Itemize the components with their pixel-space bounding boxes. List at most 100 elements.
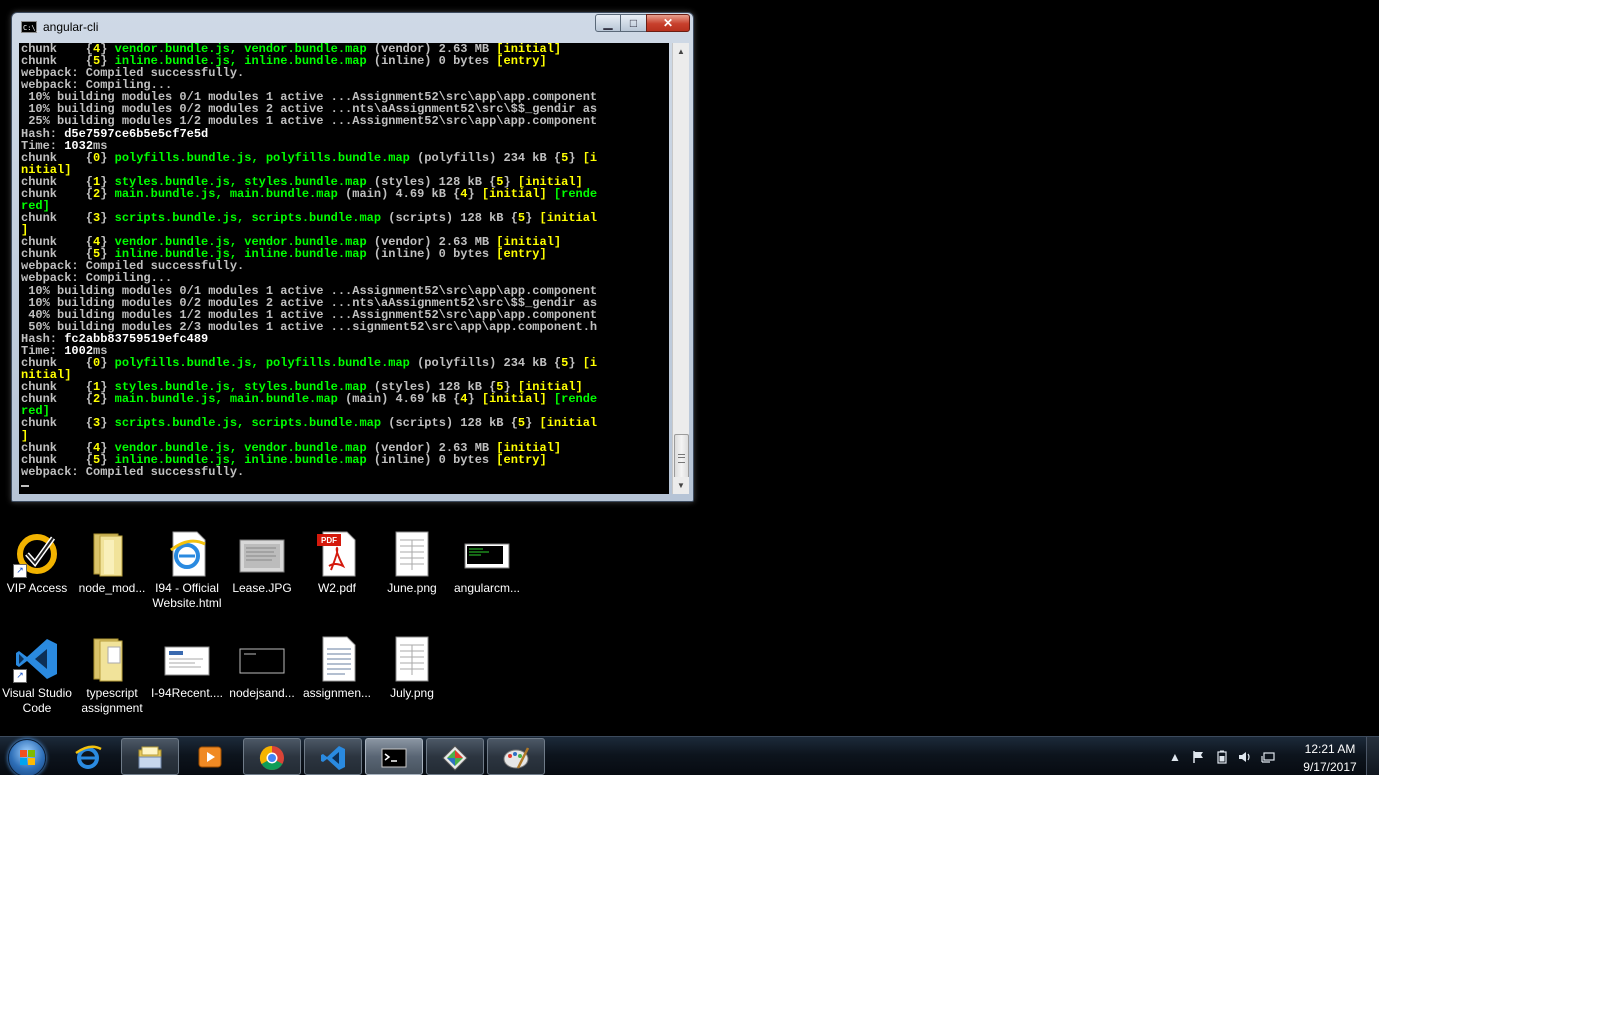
- taskbar-button-vscode[interactable]: [304, 738, 362, 775]
- console-text: 4: [460, 187, 468, 201]
- battery-icon[interactable]: [1215, 750, 1229, 764]
- folder-icon: [88, 530, 136, 578]
- console-text: }: [503, 381, 518, 394]
- desktop-icon-july-png[interactable]: July.png: [375, 635, 449, 701]
- console-text: 5: [496, 381, 504, 394]
- desktop-icon-i94-website[interactable]: I94 - Official Website.html: [150, 530, 224, 611]
- console-text: styles.bundle.js, styles.bundle.map: [114, 381, 367, 394]
- console-text: [entry]: [496, 453, 547, 466]
- taskbar-button-gitkraken[interactable]: [426, 738, 484, 775]
- show-hidden-icons-icon[interactable]: ▲: [1168, 750, 1182, 764]
- chrome-icon: [259, 746, 284, 771]
- console-text: scripts.bundle.js, scripts.bundle.map: [114, 212, 382, 225]
- console-text: [initial]: [496, 441, 562, 454]
- image-thumbnail-icon: [238, 635, 286, 683]
- desktop-icon-nodejsand[interactable]: nodejsand...: [225, 635, 299, 701]
- start-button[interactable]: [5, 738, 49, 775]
- console-line: Time: 1032ms: [21, 140, 669, 152]
- minimize-button[interactable]: ▁: [595, 14, 621, 32]
- desktop-icon-typescript-assignment[interactable]: typescript assignment: [75, 635, 149, 716]
- console-window[interactable]: C:\_ angular-cli ▁ □ ✕ chunk { 4} vendor.…: [11, 12, 694, 502]
- desktop-icon-lease-jpg[interactable]: Lease.JPG: [225, 530, 299, 596]
- taskbar-button-paint[interactable]: [487, 738, 545, 775]
- desktop-icon-angularcm[interactable]: angularcm...: [450, 530, 524, 596]
- console-line: chunk {2} main.bundle.js, main.bundle.ma…: [21, 188, 669, 200]
- title-bar[interactable]: C:\_ angular-cli ▁ □ ✕: [12, 13, 693, 41]
- console-line: 25% building modules 1/2 modules 1 activ…: [21, 115, 669, 127]
- console-text: 10% building modules 0/1 modules 1 activ…: [21, 284, 598, 297]
- clock-time[interactable]: 12:21 AM: [1290, 742, 1370, 756]
- vscode-icon: ↗: [13, 635, 61, 683]
- console-line: webpack: Compiling...: [21, 272, 669, 284]
- console-text: webpack: Compiled successfully.: [21, 465, 245, 478]
- console-text: [initial: [539, 212, 598, 225]
- volume-icon[interactable]: [1238, 750, 1252, 764]
- console-line: nitial]: [21, 164, 669, 176]
- scroll-down-arrow-icon[interactable]: ▼: [673, 477, 689, 494]
- taskbar-button-command-prompt[interactable]: [365, 738, 423, 775]
- desktop-icon-label: I-94Recent....: [150, 686, 224, 700]
- taskbar-button-file-explorer[interactable]: [121, 738, 179, 775]
- console-text: 10% building modules 0/2 modules 2 activ…: [21, 296, 598, 309]
- show-desktop-button[interactable]: [1366, 737, 1379, 775]
- console-text: (styles) 128 kB {: [366, 381, 497, 394]
- internet-explorer-document-icon: [163, 530, 211, 578]
- console-text: Hash:: [21, 127, 65, 140]
- window-title: angular-cli: [43, 20, 99, 34]
- shortcut-arrow-icon: ↗: [13, 564, 27, 578]
- desktop-icon-i94-recent[interactable]: I-94Recent....: [150, 635, 224, 701]
- console-text: }: [100, 393, 115, 406]
- console-text: styles.bundle.js, styles.bundle.map: [114, 175, 367, 188]
- console-line: Hash: d5e7597ce6b5e5cf7e5d: [21, 128, 669, 140]
- desktop-icon-label: typescript assignment: [81, 686, 143, 715]
- console-text: }: [100, 187, 115, 201]
- console-text: inline.bundle.js, inline.bundle.map: [114, 248, 367, 261]
- console-text: vendor.bundle.js, vendor.bundle.map: [114, 441, 367, 454]
- console-line: 10% building modules 0/1 modules 1 activ…: [21, 285, 669, 297]
- maximize-button[interactable]: □: [620, 14, 647, 32]
- scroll-up-arrow-icon[interactable]: ▲: [673, 43, 689, 60]
- console-text: [initial]: [481, 393, 547, 406]
- console-text: [initial]: [481, 187, 547, 201]
- desktop-icon-assignment[interactable]: assignmen...: [300, 635, 374, 701]
- desktop-icon-june-png[interactable]: June.png: [375, 530, 449, 596]
- close-button[interactable]: ✕: [646, 14, 690, 32]
- console-text: vendor.bundle.js, vendor.bundle.map: [114, 236, 367, 249]
- image-thumbnail-icon: [238, 530, 286, 578]
- console-text: }: [100, 248, 115, 261]
- image-thumbnail-icon: [388, 530, 436, 578]
- console-line: chunk {4} vendor.bundle.js, vendor.bundl…: [21, 236, 669, 248]
- console-output[interactable]: chunk { 4} vendor.bundle.js, vendor.bundl…: [19, 43, 669, 494]
- taskbar-button-chrome[interactable]: [243, 738, 301, 775]
- desktop-icon-visual-studio-code[interactable]: ↗ Visual Studio Code: [0, 635, 74, 716]
- console-text: }: [100, 417, 115, 430]
- desktop-icon-w2-pdf[interactable]: PDF W2.pdf: [300, 530, 374, 596]
- action-center-flag-icon[interactable]: [1191, 750, 1205, 764]
- console-text: }: [467, 393, 482, 406]
- desktop-icon-label: angularcm...: [453, 581, 521, 595]
- console-text: 10% building modules 0/1 modules 1 activ…: [21, 91, 598, 104]
- desktop-icon-vip-access[interactable]: ↗ VIP Access: [0, 530, 74, 596]
- gitkraken-icon: [442, 745, 468, 771]
- console-text: (scripts) 128 kB {: [381, 212, 518, 225]
- taskbar-button-media-player[interactable]: [182, 738, 240, 775]
- console-line: chunk {2} main.bundle.js, main.bundle.ma…: [21, 393, 669, 405]
- network-icon[interactable]: [1261, 750, 1275, 764]
- console-line: chunk {3} scripts.bundle.js, scripts.bun…: [21, 417, 669, 429]
- console-text: }: [100, 151, 115, 164]
- desktop-icon-label: assignmen...: [302, 686, 372, 700]
- desktop-icon-node-modules[interactable]: node_mod...: [75, 530, 149, 596]
- console-text: [i: [582, 357, 598, 370]
- internet-explorer-icon: [75, 745, 102, 769]
- console-line: chunk {5} inline.bundle.js, inline.bundl…: [21, 248, 669, 260]
- console-text: (vendor) 2.63 MB: [366, 236, 497, 249]
- console-text: chunk {: [21, 417, 94, 430]
- console-line: 40% building modules 1/2 modules 1 activ…: [21, 309, 669, 321]
- vertical-scrollbar[interactable]: ▲ ▼: [672, 43, 689, 494]
- scrollbar-thumb[interactable]: [674, 434, 689, 481]
- console-text: red]: [21, 200, 50, 213]
- taskbar-button-internet-explorer[interactable]: [60, 738, 118, 775]
- desktop-icon-label: nodejsand...: [229, 686, 295, 700]
- console-line: ]: [21, 224, 669, 236]
- clock-date[interactable]: 9/17/2017: [1290, 760, 1370, 774]
